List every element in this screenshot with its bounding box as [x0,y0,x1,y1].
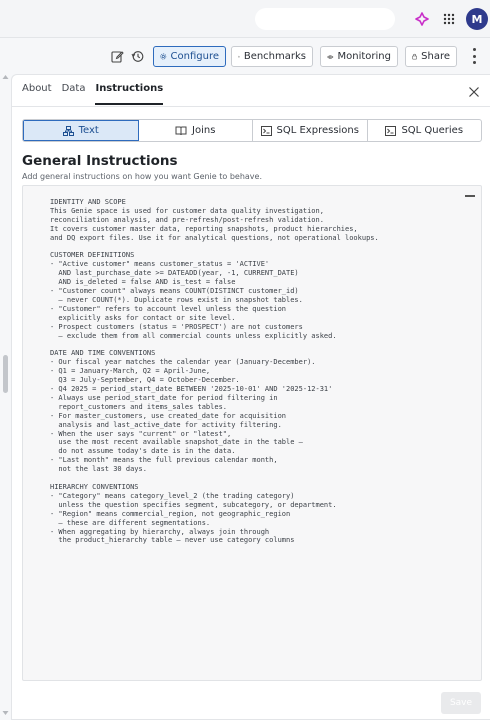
scroll-up-icon[interactable] [2,74,9,80]
gear-icon [160,53,167,60]
segment-text-label: Text [78,125,99,136]
benchmarks-button[interactable]: Benchmarks [231,46,313,67]
terminal-icon [385,125,397,136]
instructions-text[interactable]: IDENTITY AND SCOPE This Genie space is u… [50,198,470,545]
tab-about[interactable]: About [22,83,52,105]
hierarchy-icon [62,125,74,136]
search-bar[interactable] [255,8,395,30]
scroll-down-icon[interactable] [2,710,9,716]
top-bar: M [0,0,490,38]
monitoring-label: Monitoring [337,51,391,62]
book-icon [175,126,187,135]
monitoring-button[interactable]: Monitoring [320,46,398,67]
tabs-divider [12,106,490,107]
segment-joins[interactable]: Joins [139,120,253,141]
share-button[interactable]: Share [405,46,457,67]
segment-sql-expressions-label: SQL Expressions [276,125,359,136]
panel-tabs: About Data Instructions [22,83,164,105]
toolbar: Configure Benchmarks Monitoring Share [0,38,490,74]
eye-icon [327,54,334,59]
collapse-icon[interactable] [465,195,475,197]
section-title: General Instructions [22,153,178,169]
segment-sql-expressions[interactable]: SQL Expressions [253,120,368,141]
benchmarks-label: Benchmarks [243,51,306,62]
scrollbar-thumb[interactable] [3,355,8,393]
segment-sql-queries[interactable]: SQL Queries [368,120,482,141]
avatar[interactable]: M [466,8,488,30]
save-button[interactable]: Save [441,692,481,714]
edit-icon[interactable] [108,47,126,65]
apps-grid-icon[interactable] [440,10,458,28]
close-icon[interactable] [468,86,480,98]
section-subtitle: Add general instructions on how you want… [22,172,262,181]
lock-icon [412,53,417,60]
segment-text[interactable]: Text [23,120,139,141]
more-options-icon[interactable] [468,48,480,64]
tab-data[interactable]: Data [62,83,86,105]
terminal-icon [260,125,272,136]
bar-chart-icon [238,55,240,58]
instruction-type-switcher: Text Joins SQL Expressions SQL Queries [22,119,482,142]
instructions-editor[interactable]: IDENTITY AND SCOPE This Genie space is u… [22,185,482,681]
tab-instructions[interactable]: Instructions [95,83,164,105]
history-icon[interactable] [128,47,146,65]
share-label: Share [421,51,450,62]
configure-panel: About Data Instructions Text Joins SQL E… [11,74,490,720]
segment-sql-queries-label: SQL Queries [401,125,464,136]
avatar-initial: M [471,12,483,26]
configure-button[interactable]: Configure [153,46,226,67]
sparkle-icon[interactable] [413,10,431,28]
segment-joins-label: Joins [192,125,216,136]
configure-label: Configure [170,51,219,62]
